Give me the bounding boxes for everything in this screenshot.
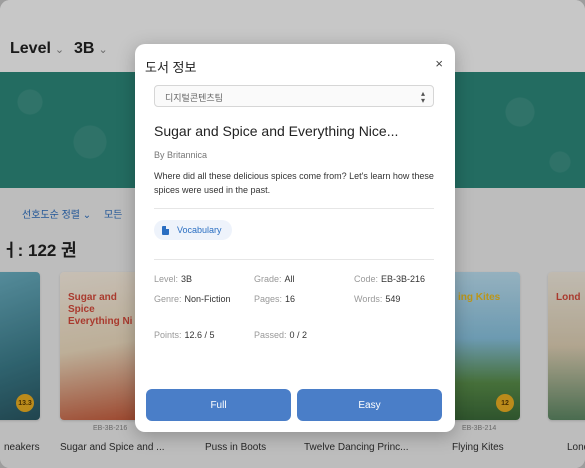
meta-level: Level: 3B bbox=[154, 273, 192, 286]
meta-passed: Passed: 0 / 2 bbox=[254, 329, 307, 342]
dialog-title: 도서 정보 bbox=[145, 60, 197, 75]
meta-genre: Genre: Non-Fiction bbox=[154, 293, 244, 306]
divider bbox=[154, 259, 434, 260]
meta-pages: Pages: 16 bbox=[254, 293, 295, 306]
book-description: Where did all these delicious spices com… bbox=[154, 171, 434, 195]
meta-key: Words: bbox=[354, 294, 383, 304]
meta-code: Code: EB-3B-216 bbox=[354, 273, 425, 286]
meta-value: 3B bbox=[181, 274, 193, 284]
meta-key: Pages: bbox=[254, 294, 283, 304]
meta-value: 0 / 2 bbox=[289, 330, 308, 340]
vocabulary-chip[interactable]: Vocabulary bbox=[154, 220, 232, 240]
meta-value: 12.6 / 5 bbox=[184, 330, 215, 340]
meta-value: 549 bbox=[385, 294, 401, 304]
vocabulary-label: Vocabulary bbox=[177, 225, 222, 235]
full-button[interactable]: Full bbox=[146, 389, 291, 421]
meta-key: Genre: bbox=[154, 294, 182, 304]
meta-points: Points: 12.6 / 5 bbox=[154, 329, 215, 342]
document-icon bbox=[162, 225, 169, 235]
meta-key: Code: bbox=[354, 274, 379, 284]
team-select-value: 디지털콘텐츠팀 bbox=[165, 93, 223, 103]
meta-key: Grade: bbox=[254, 274, 282, 284]
meta-value: Non-Fiction bbox=[184, 294, 231, 304]
meta-key: Level: bbox=[154, 274, 179, 284]
team-select[interactable]: 디지털콘텐츠팀 ▴ ▾ bbox=[154, 85, 434, 107]
meta-words: Words: 549 bbox=[354, 293, 400, 306]
easy-button[interactable]: Easy bbox=[297, 389, 442, 421]
meta-key: Points: bbox=[154, 330, 182, 340]
meta-value: EB-3B-216 bbox=[381, 274, 426, 284]
book-author: By Britannica bbox=[154, 150, 208, 160]
close-icon[interactable]: × bbox=[435, 56, 443, 71]
meta-value: 16 bbox=[285, 294, 296, 304]
meta-key: Passed: bbox=[254, 330, 287, 340]
book-title-heading: Sugar and Spice and Everything Nice... bbox=[154, 123, 399, 139]
select-arrows-icon: ▴ ▾ bbox=[420, 89, 425, 105]
meta-value: All bbox=[284, 274, 295, 284]
divider bbox=[154, 208, 434, 209]
meta-grade: Grade: All bbox=[254, 273, 295, 286]
book-info-dialog: 도서 정보 × 디지털콘텐츠팀 ▴ ▾ Sugar and Spice and E… bbox=[135, 44, 455, 432]
